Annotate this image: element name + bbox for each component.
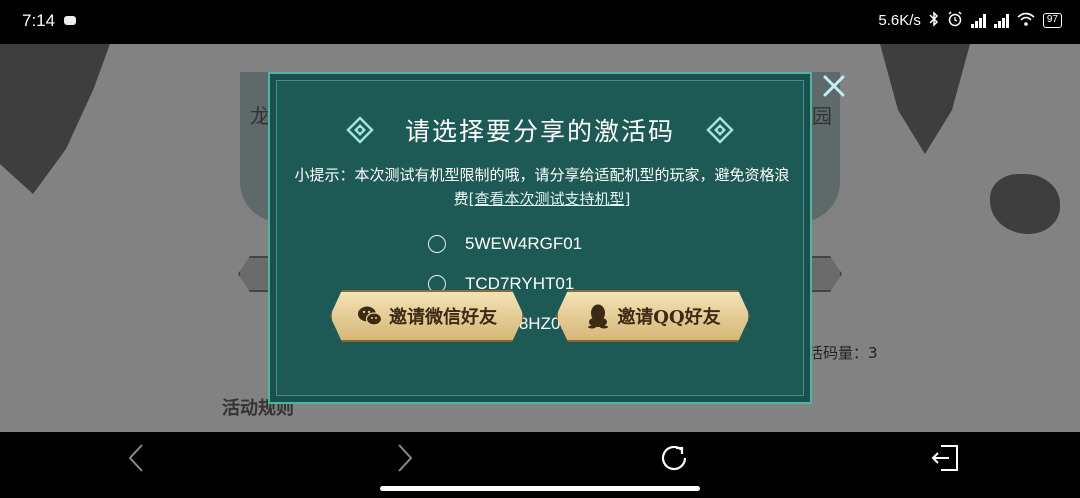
dialog-tip: 小提示：本次测试有机型限制的哦，请分享给适配机型的玩家，避免资格浪费[查看本次测… (290, 163, 794, 211)
chevron-right-icon (398, 444, 413, 472)
home-indicator[interactable] (380, 486, 700, 491)
background-next-arrow (808, 256, 842, 292)
exit-button[interactable] (924, 438, 964, 478)
exit-icon (931, 445, 958, 471)
invite-wechat-label: 邀请微信好友 (389, 307, 497, 328)
activation-code-label: 5WEW4RGF01 (465, 234, 583, 253)
forward-button[interactable] (385, 438, 425, 478)
bluetooth-icon (929, 11, 939, 30)
signal-icon (970, 13, 986, 28)
invite-qq-button[interactable]: 邀请QQ好友 (556, 290, 750, 342)
invite-wechat-button[interactable]: 邀请微信好友 (330, 290, 524, 342)
refresh-icon (661, 445, 687, 471)
app-notification-icon (64, 16, 76, 25)
back-button[interactable] (116, 438, 156, 478)
ink-rock-decoration (880, 44, 970, 154)
net-speed: 5.6K/s (878, 12, 921, 29)
dialog-header: 请选择要分享的激活码 (270, 112, 810, 148)
close-button[interactable] (818, 70, 850, 102)
diamond-ornament-icon (706, 116, 734, 144)
ink-rock-decoration (0, 44, 110, 194)
refresh-button[interactable] (654, 438, 694, 478)
background-prev-arrow (238, 256, 272, 292)
bottom-navigation-bar (0, 432, 1080, 498)
background-text-right: 园 (812, 104, 832, 128)
diamond-ornament-icon (346, 116, 374, 144)
status-indicators: 5.6K/s 97 (878, 11, 1062, 30)
ink-rock-decoration (990, 174, 1060, 234)
radio-button[interactable] (428, 235, 446, 253)
battery-icon: 97 (1042, 13, 1062, 28)
share-code-dialog: 请选择要分享的激活码 小提示：本次测试有机型限制的哦，请分享给适配机型的玩家，避… (268, 72, 812, 404)
alarm-icon (947, 11, 963, 30)
supported-models-link[interactable]: [查看本次测试支持机型] (469, 190, 631, 208)
background-text-left: 龙 (250, 104, 270, 128)
close-icon (823, 75, 845, 97)
invite-qq-label: 邀请QQ好友 (617, 307, 721, 328)
wechat-icon (357, 303, 383, 329)
signal-icon (993, 13, 1009, 28)
activation-code-option[interactable]: 5WEW4RGF01 (428, 224, 582, 264)
status-bar: 7:14 5.6K/s 97 (0, 0, 1080, 44)
remaining-codes-text: 活码量：3 (808, 344, 878, 362)
chevron-left-icon (128, 444, 143, 472)
dialog-title: 请选择要分享的激活码 (404, 117, 675, 146)
wifi-icon (1017, 12, 1035, 29)
qq-penguin-icon (585, 303, 611, 329)
status-time: 7:14 (22, 11, 56, 30)
